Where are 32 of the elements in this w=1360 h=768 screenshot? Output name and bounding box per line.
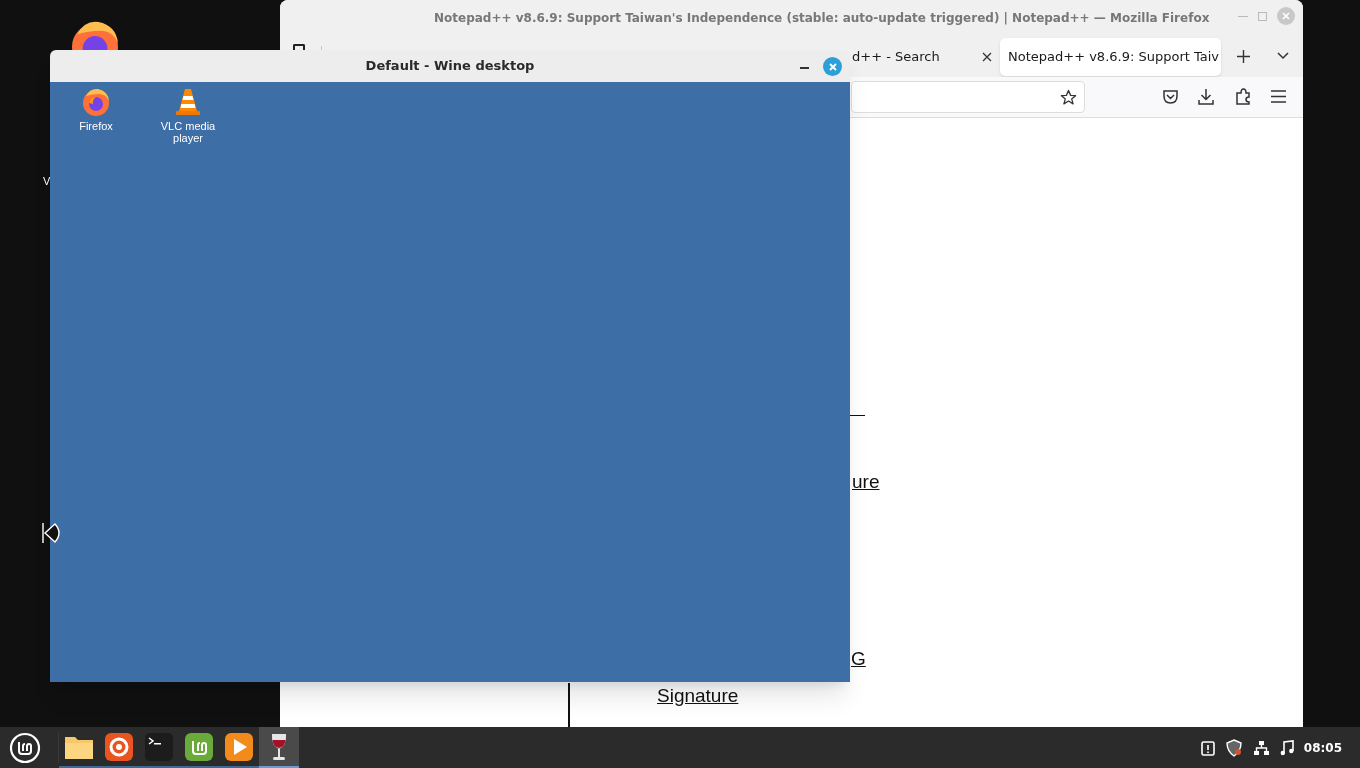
browser-tab[interactable]: d++ - Search: [851, 38, 1000, 76]
music-note-icon[interactable]: [1279, 739, 1294, 756]
mint-logo-icon: [185, 732, 213, 761]
window-title: Notepad++ v8.6.9: Support Taiwan's Independence (stable: auto-update triggered) | Notepad++ — Mozilla Firefox: [434, 10, 1210, 27]
play-icon: [225, 732, 253, 761]
cursor-icon: [41, 521, 63, 545]
taskbar-app[interactable]: [259, 727, 299, 768]
desktop-shortcut[interactable]: VLC media player: [148, 86, 228, 144]
chevron-down-icon[interactable]: [1277, 52, 1289, 60]
page-link[interactable]: G: [851, 645, 866, 674]
plus-icon[interactable]: [1237, 50, 1250, 63]
desktop-icon-label: V: [43, 174, 51, 189]
desktop-shortcut[interactable]: Firefox: [56, 86, 136, 132]
browser-icon: [105, 732, 133, 761]
clock[interactable]: 08:05: [1303, 738, 1342, 757]
window-title: Default - Wine desktop: [365, 57, 535, 76]
download-icon[interactable]: [1198, 88, 1214, 105]
menu-logo-icon[interactable]: [9, 731, 41, 764]
clipboard-icon[interactable]: [1200, 739, 1215, 756]
network-icon[interactable]: [1252, 739, 1270, 756]
shield-icon[interactable]: [1224, 738, 1243, 757]
page-link[interactable]: Signature: [657, 685, 739, 707]
puzzle-icon[interactable]: [1235, 88, 1251, 105]
firefox-icon: [80, 86, 112, 118]
page-link[interactable]: ure: [852, 468, 880, 497]
wine-glass-icon: [269, 731, 289, 762]
terminal-icon: [145, 732, 173, 761]
star-icon[interactable]: [1060, 89, 1077, 106]
menu-icon[interactable]: [1271, 90, 1286, 103]
close-icon[interactable]: [982, 52, 992, 62]
browser-tab[interactable]: Notepad++ v8.6.9: Support Taiv: [1000, 38, 1221, 76]
pocket-icon[interactable]: [1162, 89, 1179, 105]
